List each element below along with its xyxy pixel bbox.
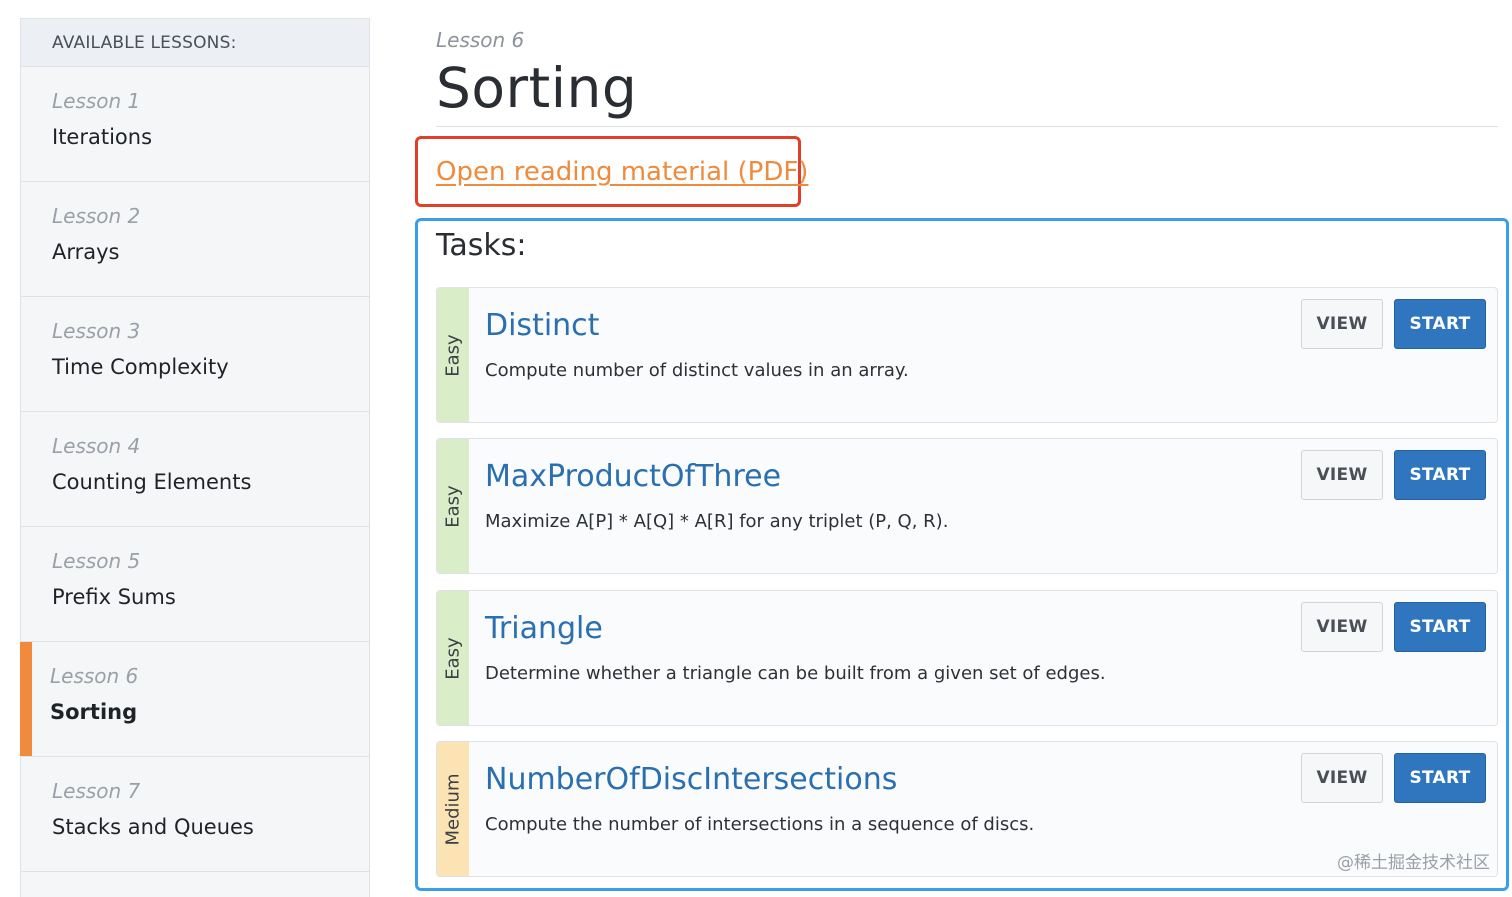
start-button[interactable]: START: [1394, 299, 1486, 349]
lessons-sidebar: AVAILABLE LESSONS: Lesson 1 Iterations L…: [20, 18, 370, 897]
difficulty-band: Easy: [437, 439, 469, 573]
task-name-link[interactable]: Triangle: [485, 611, 603, 646]
task-card: Easy MaxProductOfThree Maximize A[P] * A…: [436, 438, 1498, 574]
task-name-link[interactable]: Distinct: [485, 308, 599, 343]
lesson-title: Counting Elements: [52, 470, 252, 494]
sidebar-item-lesson-3[interactable]: Lesson 3 Time Complexity: [21, 297, 369, 412]
start-button[interactable]: START: [1394, 753, 1486, 803]
lesson-number: Lesson 2: [52, 204, 141, 228]
lesson-number: Lesson 3: [52, 319, 141, 343]
lesson-number: Lesson 6: [50, 664, 139, 688]
sidebar-item-lesson-7[interactable]: Lesson 7 Stacks and Queues: [21, 757, 369, 872]
lesson-title: Sorting: [50, 700, 138, 724]
page-title: Sorting: [436, 56, 638, 120]
task-description: Compute number of distinct values in an …: [485, 360, 909, 381]
view-button[interactable]: VIEW: [1301, 450, 1383, 500]
task-description: Maximize A[P] * A[Q] * A[R] for any trip…: [485, 511, 949, 532]
task-name-link[interactable]: MaxProductOfThree: [485, 459, 781, 494]
start-button[interactable]: START: [1394, 602, 1486, 652]
view-button[interactable]: VIEW: [1301, 299, 1383, 349]
sidebar-item-lesson-1[interactable]: Lesson 1 Iterations: [21, 67, 369, 182]
sidebar-item-lesson-5[interactable]: Lesson 5 Prefix Sums: [21, 527, 369, 642]
title-divider: [436, 126, 1498, 127]
view-button[interactable]: VIEW: [1301, 602, 1383, 652]
task-card: Easy Distinct Compute number of distinct…: [436, 287, 1498, 423]
task-description: Compute the number of intersections in a…: [485, 814, 1035, 835]
lesson-label: Lesson 6: [436, 28, 525, 52]
difficulty-label: Medium: [442, 773, 464, 845]
sidebar-header: AVAILABLE LESSONS:: [21, 19, 369, 67]
sidebar-item-lesson-6-active[interactable]: Lesson 6 Sorting: [20, 642, 369, 757]
lesson-title: Arrays: [52, 240, 120, 264]
difficulty-band: Medium: [437, 742, 469, 876]
task-description: Determine whether a triangle can be buil…: [485, 663, 1106, 684]
sidebar-item-lesson-4[interactable]: Lesson 4 Counting Elements: [21, 412, 369, 527]
start-button[interactable]: START: [1394, 450, 1486, 500]
task-name-link[interactable]: NumberOfDiscIntersections: [485, 762, 897, 797]
difficulty-band: Easy: [437, 288, 469, 422]
watermark: @稀土掘金技术社区: [1337, 853, 1490, 873]
lesson-title: Stacks and Queues: [52, 815, 254, 839]
lesson-number: Lesson 5: [52, 549, 141, 573]
lesson-number: Lesson 4: [52, 434, 141, 458]
lesson-title: Time Complexity: [52, 355, 229, 379]
difficulty-band: Easy: [437, 591, 469, 725]
tasks-heading: Tasks:: [436, 228, 527, 263]
lesson-number: Lesson 7: [52, 779, 141, 803]
sidebar-item-lesson-2[interactable]: Lesson 2 Arrays: [21, 182, 369, 297]
difficulty-label: Easy: [442, 333, 464, 377]
lesson-title: Prefix Sums: [52, 585, 176, 609]
difficulty-label: Easy: [442, 484, 464, 528]
lesson-number: Lesson 1: [52, 89, 141, 113]
task-card: Easy Triangle Determine whether a triang…: [436, 590, 1498, 726]
lesson-title: Iterations: [52, 125, 153, 149]
view-button[interactable]: VIEW: [1301, 753, 1383, 803]
difficulty-label: Easy: [442, 636, 464, 680]
reading-material-pdf-link[interactable]: Open reading material (PDF): [436, 157, 808, 187]
